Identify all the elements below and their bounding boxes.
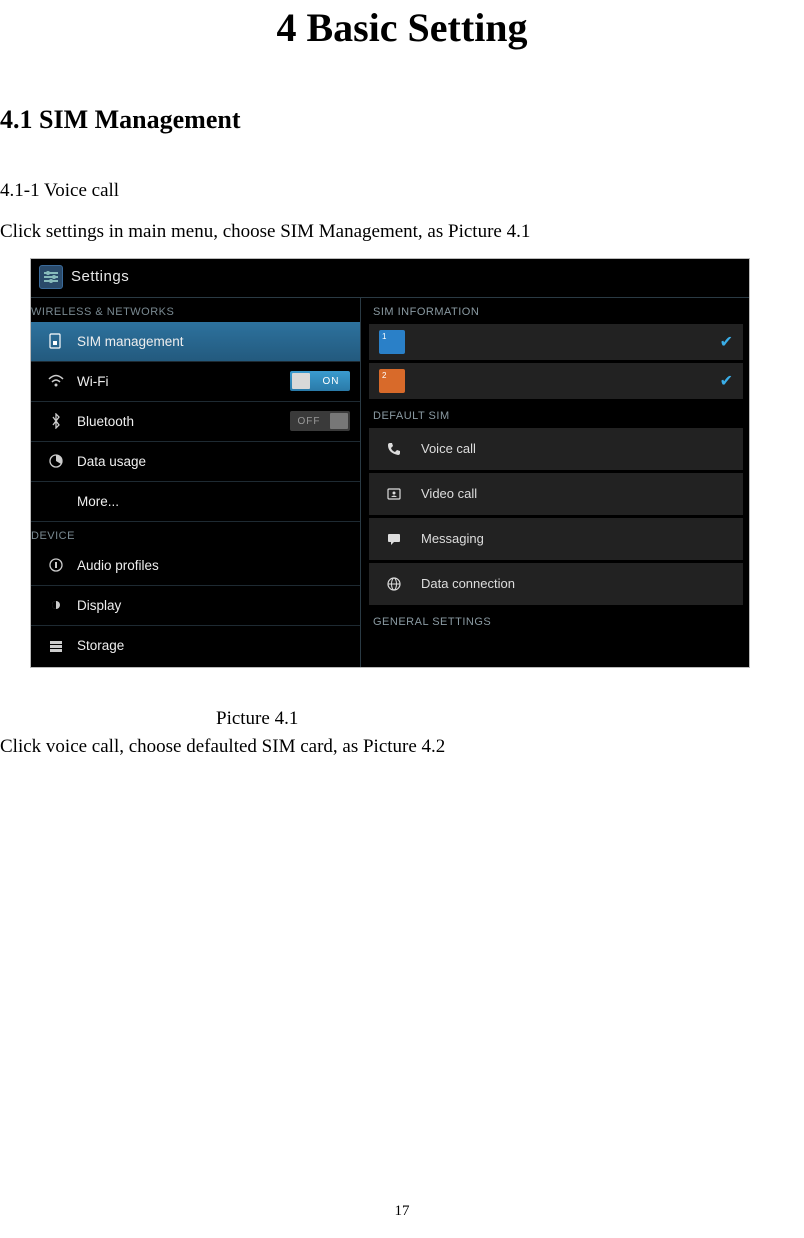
default-voice-call[interactable]: Voice call (369, 428, 743, 470)
instruction-text-2: Click voice call, choose defaulted SIM c… (0, 730, 804, 758)
wifi-icon (47, 373, 65, 389)
figure-caption: Picture 4.1 (0, 668, 804, 730)
default-label: Data connection (421, 576, 515, 591)
wifi-toggle[interactable]: ON (290, 371, 350, 391)
bluetooth-icon (47, 413, 65, 429)
chapter-title: 4 Basic Setting (0, 0, 804, 105)
data-usage-icon (47, 453, 65, 469)
default-label: Video call (421, 486, 477, 501)
default-video-call[interactable]: Video call (369, 473, 743, 515)
default-messaging[interactable]: Messaging (369, 518, 743, 560)
sim-slot-2[interactable]: 2 ✔ (369, 363, 743, 399)
nav-label: Storage (77, 638, 124, 653)
nav-label: Data usage (77, 454, 146, 469)
settings-nav: WIRELESS & NETWORKS SIM management Wi-Fi… (31, 298, 361, 667)
default-label: Voice call (421, 441, 476, 456)
settings-app-icon (39, 265, 63, 289)
sim2-chip-icon: 2 (379, 369, 405, 393)
header-default-sim: DEFAULT SIM (369, 402, 749, 428)
instruction-text: Click settings in main menu, choose SIM … (0, 216, 804, 257)
nav-label: Wi-Fi (77, 374, 108, 389)
nav-storage[interactable]: Storage (31, 626, 360, 666)
sim-slot-1[interactable]: 1 ✔ (369, 324, 743, 360)
audio-icon (47, 557, 65, 573)
category-device: DEVICE (31, 522, 360, 546)
nav-wifi[interactable]: Wi-Fi ON (31, 362, 360, 402)
phone-icon (385, 441, 403, 457)
app-title: Settings (71, 268, 129, 285)
bluetooth-toggle[interactable]: OFF (290, 411, 350, 431)
settings-screenshot: Settings WIRELESS & NETWORKS SIM managem… (30, 258, 750, 668)
section-heading: 4.1 SIM Management (0, 105, 804, 175)
video-call-icon (385, 486, 403, 502)
default-label: Messaging (421, 531, 484, 546)
nav-label: More... (77, 494, 119, 509)
app-header: Settings (31, 259, 749, 297)
display-icon (47, 597, 65, 613)
sim-management-panel: SIM INFORMATION 1 ✔ 2 ✔ DEFAULT SIM Voic… (361, 298, 749, 667)
subsection-label: 4.1-1 Voice call (0, 175, 804, 216)
nav-bluetooth[interactable]: Bluetooth OFF (31, 402, 360, 442)
nav-sim-management[interactable]: SIM management (31, 322, 360, 362)
nav-audio-profiles[interactable]: Audio profiles (31, 546, 360, 586)
header-general-settings: GENERAL SETTINGS (369, 608, 749, 634)
header-sim-info: SIM INFORMATION (369, 298, 749, 324)
nav-data-usage[interactable]: Data usage (31, 442, 360, 482)
default-data-connection[interactable]: Data connection (369, 563, 743, 605)
storage-icon (47, 638, 65, 654)
sim1-chip-icon: 1 (379, 330, 405, 354)
nav-label: Display (77, 598, 121, 613)
category-wireless: WIRELESS & NETWORKS (31, 298, 360, 322)
nav-more[interactable]: More... (31, 482, 360, 522)
nav-label: Audio profiles (77, 558, 159, 573)
messaging-icon (385, 531, 403, 547)
nav-display[interactable]: Display (31, 586, 360, 626)
globe-icon (385, 576, 403, 592)
nav-label: Bluetooth (77, 414, 134, 429)
nav-label: SIM management (77, 334, 184, 349)
check-icon: ✔ (720, 332, 733, 352)
check-icon: ✔ (720, 371, 733, 391)
sim-icon (47, 333, 65, 349)
page-number: 17 (0, 1203, 804, 1220)
